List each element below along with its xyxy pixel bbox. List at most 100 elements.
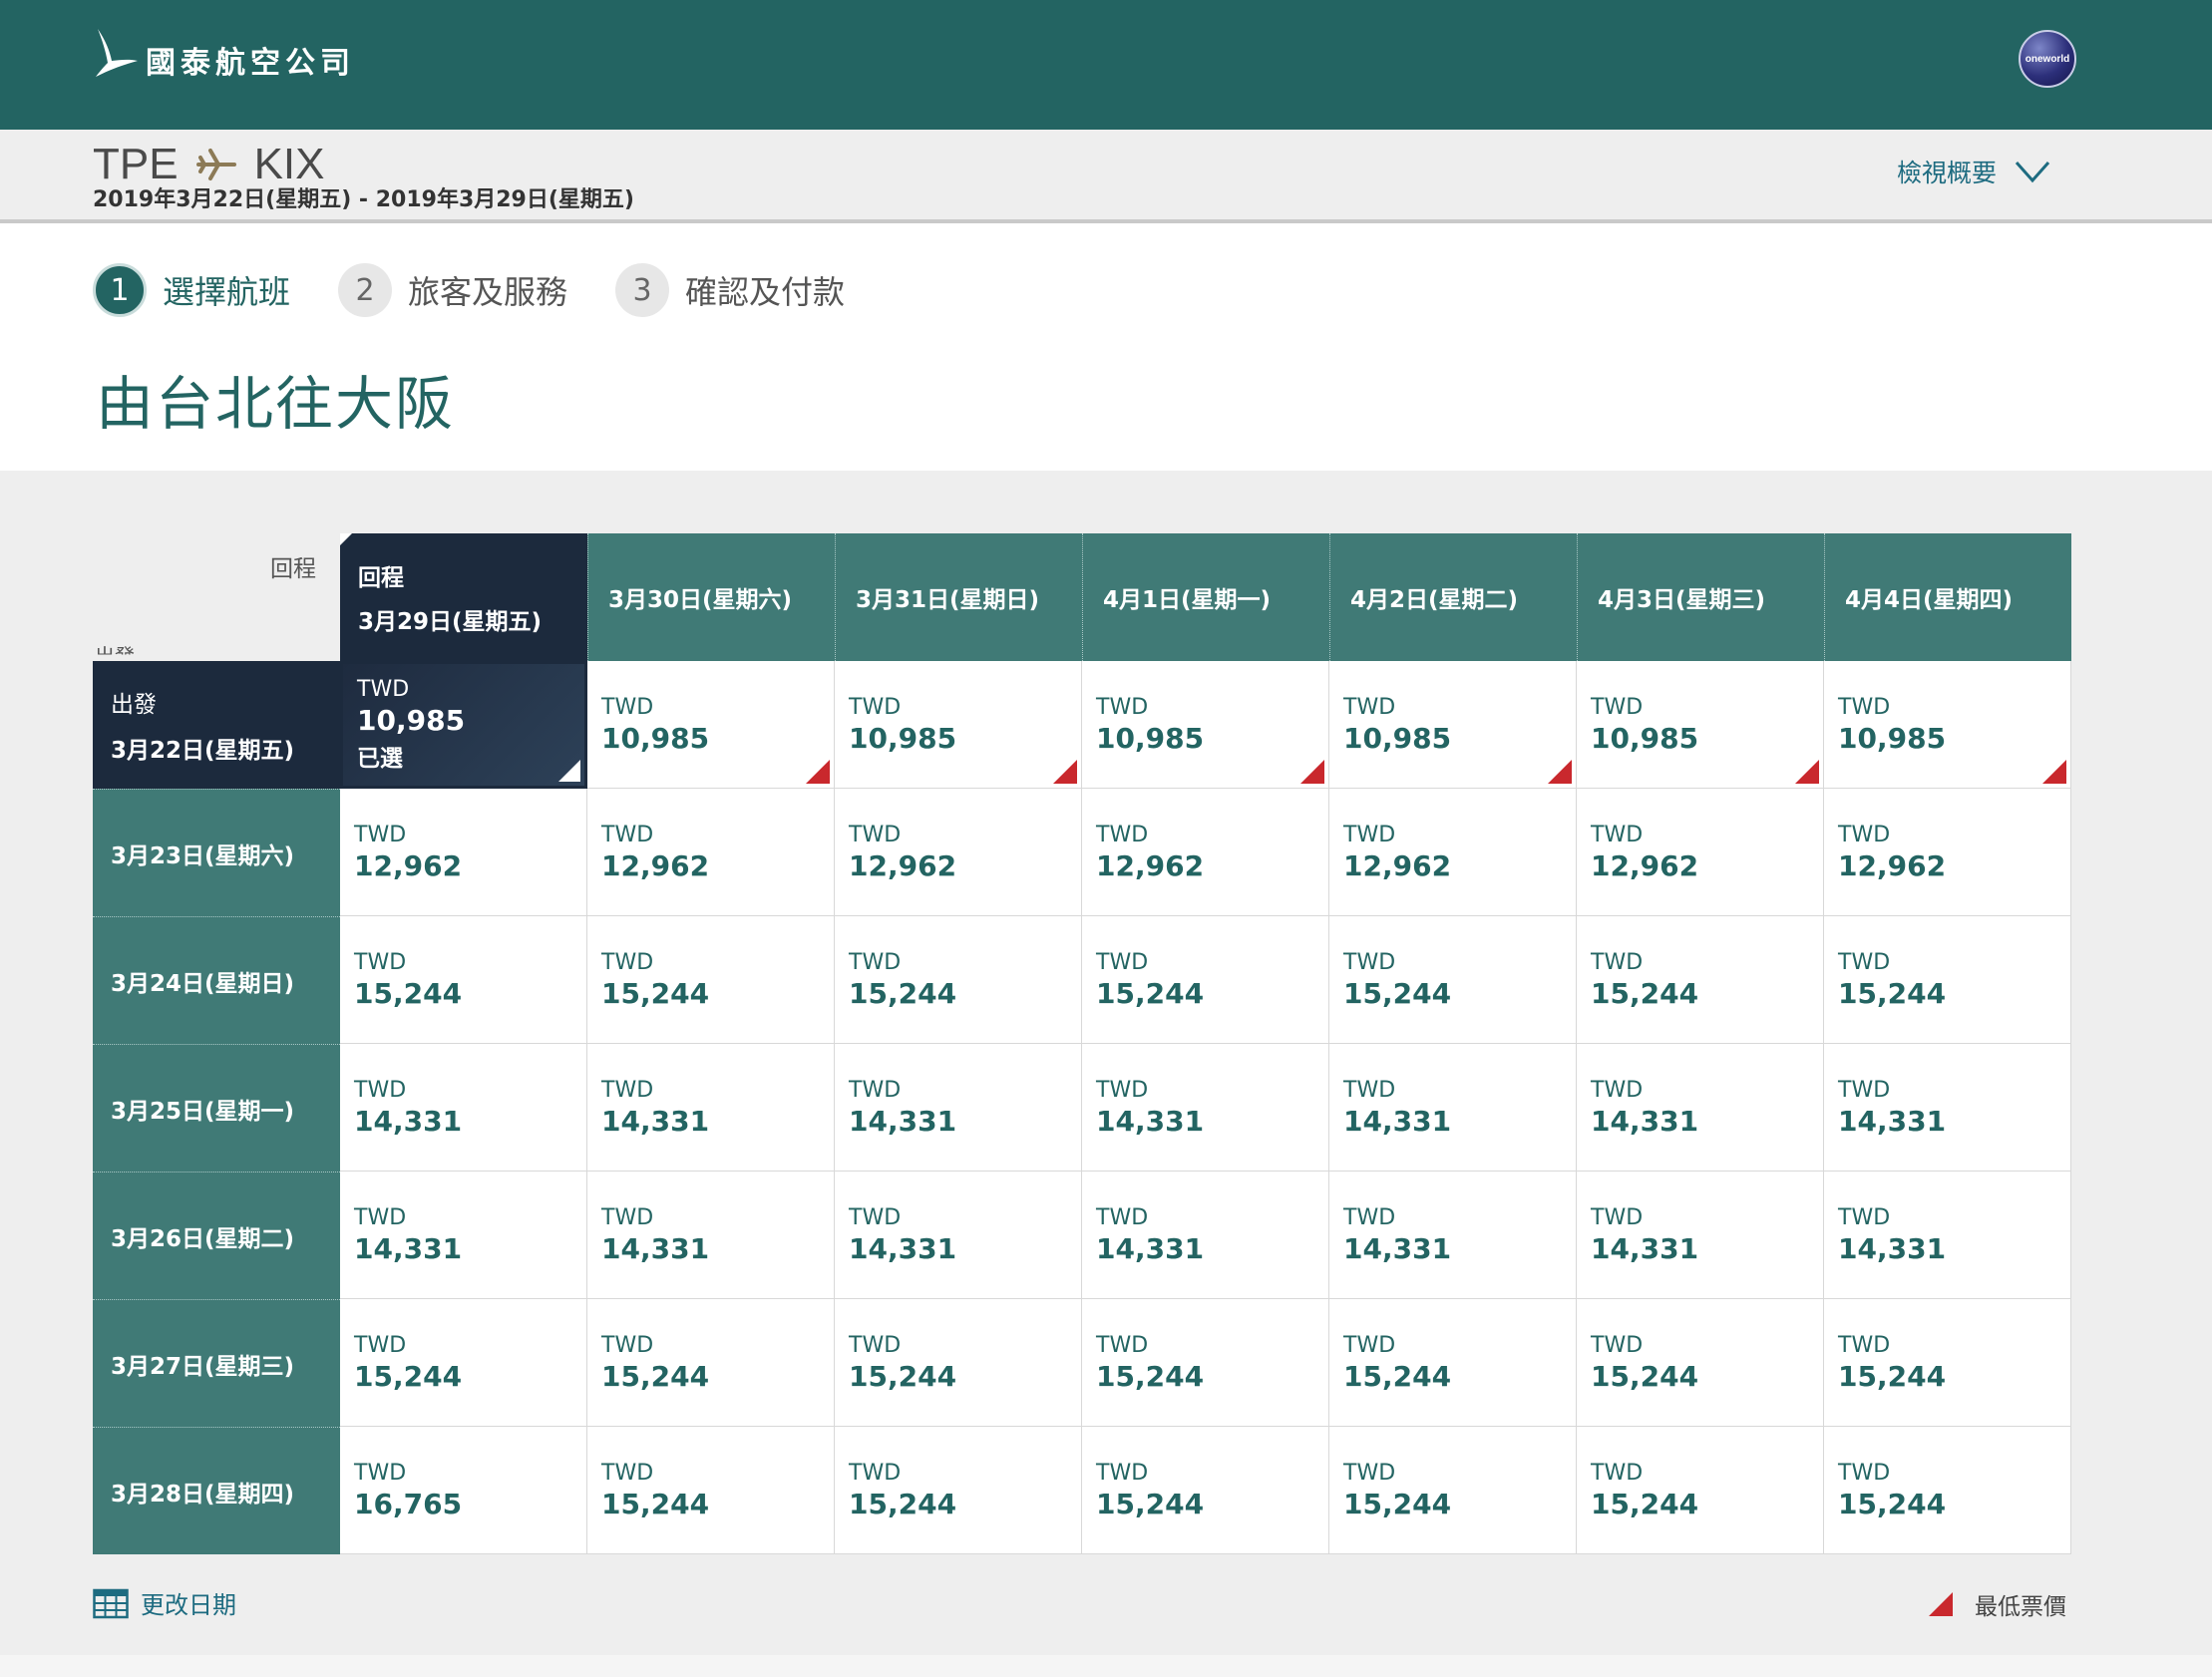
fare-cell[interactable]: TWD 10,985 (835, 661, 1082, 789)
fare-cell[interactable]: TWD 15,244 (1824, 1427, 2071, 1554)
fare-cell[interactable]: TWD 15,244 (1082, 916, 1329, 1044)
fare-cell[interactable]: TWD 12,962 (835, 789, 1082, 916)
fare-cell[interactable]: TWD 14,331 (835, 1172, 1082, 1299)
fare-cell[interactable]: TWD 15,244 (587, 916, 835, 1044)
return-date-header[interactable]: 3月31日(星期日) (835, 533, 1082, 661)
fare-cell[interactable]: TWD 14,331 (1329, 1172, 1577, 1299)
booking-steps: 1 選擇航班 2 旅客及服務 3 確認及付款 (93, 263, 893, 317)
fare-cell[interactable]: TWD 12,962 (587, 789, 835, 916)
fare-cell[interactable]: TWD 14,331 (1824, 1044, 2071, 1172)
fare-currency: TWD (1343, 694, 1396, 720)
fare-cell[interactable]: TWD 12,962 (1824, 789, 2071, 916)
fare-cell[interactable]: TWD 14,331 (587, 1172, 835, 1299)
chevron-down-icon (2015, 162, 2050, 183)
fare-cell[interactable]: TWD 15,244 (1577, 1299, 1824, 1427)
fare-cell[interactable]: TWD 15,244 (1329, 1427, 1577, 1554)
return-date-header[interactable]: 3月30日(星期六) (587, 533, 835, 661)
fare-cell[interactable]: TWD 15,244 (1824, 916, 2071, 1044)
lowest-fare-marker-icon (1053, 760, 1077, 784)
fare-currency: TWD (1096, 1332, 1149, 1358)
fare-amount: 15,244 (1096, 1359, 1205, 1393)
fare-cell[interactable]: TWD 14,331 (587, 1044, 835, 1172)
depart-date-header[interactable]: 3月24日(星期日) (93, 916, 340, 1044)
fare-cell[interactable]: TWD 10,985 (1082, 661, 1329, 789)
fare-cell[interactable]: TWD 12,962 (1577, 789, 1824, 916)
fare-currency: TWD (601, 949, 654, 975)
fare-amount: 14,331 (1096, 1104, 1205, 1138)
step-confirm-payment[interactable]: 3 確認及付款 (615, 263, 845, 317)
return-date-header[interactable]: 4月2日(星期二) (1329, 533, 1577, 661)
fare-cell[interactable]: TWD 15,244 (340, 916, 587, 1044)
fare-cell[interactable]: TWD 14,331 (1824, 1172, 2071, 1299)
corner-return-label: 回程 (270, 556, 316, 582)
fare-amount: 14,331 (849, 1104, 957, 1138)
depart-date-header[interactable]: 出發 3月22日(星期五) (93, 661, 340, 789)
fare-cell[interactable]: TWD 15,244 (1082, 1427, 1329, 1554)
fare-cell[interactable]: TWD 12,962 (1082, 789, 1329, 916)
return-date-header[interactable]: 4月4日(星期四) (1824, 533, 2071, 661)
fare-currency: TWD (1591, 1204, 1644, 1230)
fare-cell[interactable]: TWD 12,962 (340, 789, 587, 916)
fare-cell[interactable]: TWD 15,244 (835, 1427, 1082, 1554)
depart-date-header[interactable]: 3月26日(星期二) (93, 1172, 340, 1299)
change-date-link[interactable]: 更改日期 (93, 1585, 236, 1620)
fare-cell[interactable]: TWD 14,331 (1329, 1044, 1577, 1172)
oneworld-badge-text: oneworld (2025, 53, 2070, 65)
depart-label: 出發 (111, 692, 157, 718)
fare-amount: 14,331 (354, 1104, 463, 1138)
fare-amount: 15,244 (1838, 1487, 1947, 1520)
return-date-header[interactable]: 回程 3月29日(星期五) (340, 533, 587, 661)
fare-currency: TWD (1591, 1460, 1644, 1486)
fare-cell[interactable]: TWD 14,331 (340, 1172, 587, 1299)
fare-currency: TWD (1838, 694, 1891, 720)
fare-currency: TWD (1838, 1460, 1891, 1486)
fare-cell[interactable]: TWD 16,765 (340, 1427, 587, 1554)
fare-amount: 10,985 (1096, 721, 1205, 755)
fare-cell[interactable]: TWD 15,244 (1329, 916, 1577, 1044)
fare-cell[interactable]: TWD 10,985 (1577, 661, 1824, 789)
return-date-header[interactable]: 4月1日(星期一) (1082, 533, 1329, 661)
fare-cell[interactable]: TWD 15,244 (1082, 1299, 1329, 1427)
fare-cell[interactable]: TWD 15,244 (1824, 1299, 2071, 1427)
step-number: 3 (615, 263, 670, 317)
fare-cell[interactable]: TWD 14,331 (1577, 1172, 1824, 1299)
fare-cell[interactable]: TWD 14,331 (1082, 1172, 1329, 1299)
step-select-flight[interactable]: 1 選擇航班 (93, 263, 290, 317)
fare-cell[interactable]: TWD 15,244 (587, 1299, 835, 1427)
lowest-fare-marker-icon (1300, 760, 1324, 784)
depart-date-header[interactable]: 3月28日(星期四) (93, 1427, 340, 1554)
fare-cell[interactable]: TWD 14,331 (1082, 1044, 1329, 1172)
fare-cell[interactable]: TWD 14,331 (1577, 1044, 1824, 1172)
fare-currency: TWD (849, 1077, 902, 1103)
step-passengers-services[interactable]: 2 旅客及服務 (338, 263, 567, 317)
fare-cell[interactable]: TWD 10,985 (1329, 661, 1577, 789)
fare-amount: 14,331 (849, 1231, 957, 1265)
fare-cell[interactable]: TWD 14,331 (835, 1044, 1082, 1172)
fare-currency: TWD (849, 949, 902, 975)
fare-currency: TWD (1838, 1204, 1891, 1230)
fare-cell[interactable]: TWD 15,244 (1329, 1299, 1577, 1427)
fare-cell[interactable]: TWD 10,985 (1824, 661, 2071, 789)
travel-dates: 2019年3月22日(星期五) - 2019年3月29日(星期五) (93, 187, 634, 212)
depart-date-header[interactable]: 3月27日(星期三) (93, 1299, 340, 1427)
lowest-fare-marker-icon (1548, 760, 1572, 784)
fare-cell[interactable]: TWD 15,244 (1577, 916, 1824, 1044)
airline-logo[interactable]: 國泰航空公司 (92, 24, 355, 82)
fare-cell[interactable]: TWD 10,985 (587, 661, 835, 789)
fare-cell[interactable]: TWD 15,244 (1577, 1427, 1824, 1554)
return-date-header[interactable]: 4月3日(星期三) (1577, 533, 1824, 661)
fare-amount: 15,244 (601, 1487, 710, 1520)
fare-amount: 10,985 (1838, 721, 1947, 755)
fare-currency: TWD (601, 822, 654, 847)
view-summary-button[interactable]: 檢視概要 (1897, 154, 2050, 189)
depart-date-header[interactable]: 3月25日(星期一) (93, 1044, 340, 1172)
fare-cell[interactable]: TWD 12,962 (1329, 789, 1577, 916)
fare-cell[interactable]: TWD 15,244 (835, 1299, 1082, 1427)
fare-cell[interactable]: TWD 14,331 (340, 1044, 587, 1172)
fare-cell[interactable]: TWD 15,244 (835, 916, 1082, 1044)
fare-cell[interactable]: TWD 15,244 (587, 1427, 835, 1554)
fare-cell[interactable]: TWD 15,244 (340, 1299, 587, 1427)
fare-currency: TWD (1591, 949, 1644, 975)
depart-date-header[interactable]: 3月23日(星期六) (93, 789, 340, 916)
fare-cell[interactable]: TWD 10,985 已選 (340, 661, 587, 789)
